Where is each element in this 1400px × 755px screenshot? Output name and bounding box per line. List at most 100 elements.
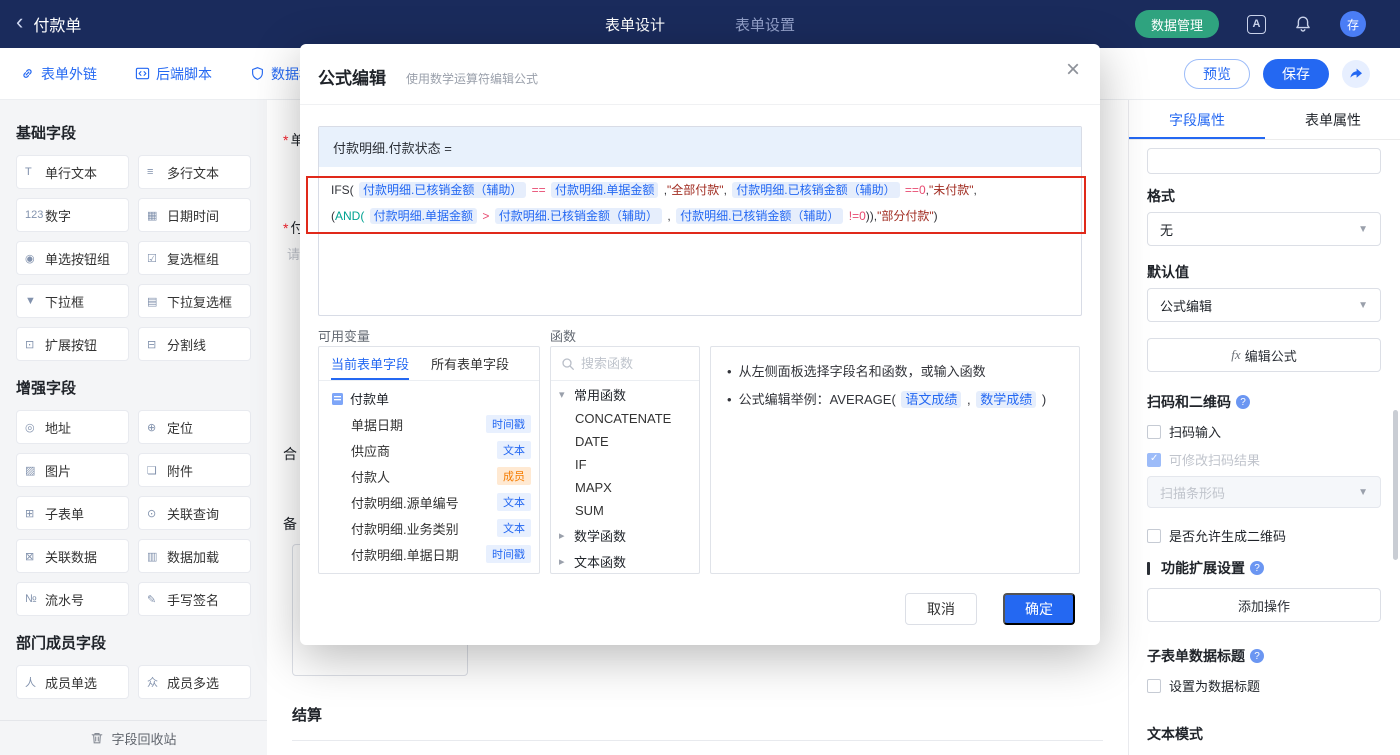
field-palette-item[interactable]: 123 数字: [16, 198, 129, 232]
variable-name: 付款明细.业务类别: [351, 521, 459, 537]
field-palette-item[interactable]: ⊟ 分割线: [138, 327, 251, 361]
scrollbar-thumb[interactable]: [1393, 410, 1398, 560]
scan-modifiable-checkbox[interactable]: 可修改扫码结果: [1147, 450, 1260, 469]
field-palette-item[interactable]: 人成员单选: [16, 665, 129, 699]
section-divider: [292, 740, 1103, 741]
sidebar-group-grid: 人成员单选众成员多选: [16, 665, 251, 699]
formula-editor-modal: 公式编辑 使用数学运算符编辑公式 × 付款明细.付款状态 = IFS( 付款明细…: [300, 44, 1100, 645]
field-palette-item[interactable]: № 流水号: [16, 582, 129, 616]
function-group[interactable]: ▸ 数学函数: [551, 522, 699, 548]
help-icon[interactable]: ?: [1236, 395, 1250, 409]
help-icon[interactable]: ?: [1250, 649, 1264, 663]
translate-icon[interactable]: A: [1247, 14, 1266, 34]
field-palette-item[interactable]: ▨ 图片: [16, 453, 129, 487]
function-item[interactable]: MAPX: [551, 476, 699, 499]
field-palette-item[interactable]: ✎ 手写签名: [138, 582, 251, 616]
field-palette-item[interactable]: ◎ 地址: [16, 410, 129, 444]
bullet-icon: •: [727, 364, 732, 379]
variable-row[interactable]: 付款明细.业务类别 文本: [319, 515, 539, 541]
edit-formula-button[interactable]: fx 编辑公式: [1147, 338, 1381, 372]
field-recycle-bin[interactable]: 字段回收站: [0, 721, 267, 755]
form-tree-root[interactable]: 付款单: [319, 381, 539, 411]
variable-row[interactable]: 付款明细.单据日期 时间戳: [319, 541, 539, 567]
field-type-icon: ▨: [25, 464, 36, 477]
help-icon[interactable]: ?: [1250, 561, 1264, 575]
function-group[interactable]: ▸ 文本函数: [551, 548, 699, 573]
variables-tab[interactable]: 当前表单字段: [331, 347, 409, 380]
function-item[interactable]: SUM: [551, 499, 699, 522]
formula-token: ==: [528, 183, 550, 197]
topnav-tab[interactable]: 表单设置: [735, 14, 795, 35]
format-select[interactable]: 无 ▼: [1147, 212, 1381, 246]
field-palette-item[interactable]: 众成员多选: [138, 665, 251, 699]
field-palette-item-label: 图片: [45, 463, 72, 479]
formula-expression[interactable]: IFS( 付款明细.已核销金额（辅助） == 付款明细.单据金额 ,"全部付款"…: [319, 167, 1081, 239]
function-item[interactable]: IF: [551, 453, 699, 476]
field-type-icon: ☑: [147, 252, 157, 265]
variable-row[interactable]: 供应商 文本: [319, 437, 539, 463]
data-manage-button[interactable]: 数据管理: [1134, 10, 1219, 38]
field-palette-item[interactable]: T 单行文本: [16, 155, 129, 189]
field-palette-item[interactable]: ⊠ 关联数据: [16, 539, 129, 573]
field-palette-item[interactable]: ⊞ 子表单: [16, 496, 129, 530]
confirm-button[interactable]: 确定: [1003, 593, 1075, 625]
field-palette-item[interactable]: ▤ 下拉复选框: [138, 284, 251, 318]
field-type-icon: T: [25, 166, 32, 178]
back-icon[interactable]: ‹: [16, 11, 23, 33]
close-icon[interactable]: ×: [1066, 58, 1080, 82]
preview-button[interactable]: 预览: [1184, 58, 1250, 89]
set-data-title-checkbox[interactable]: 设置为数据标题: [1147, 676, 1260, 695]
modal-subtitle: 使用数学运算符编辑公式: [406, 72, 539, 86]
field-type-icon: ◉: [25, 252, 35, 265]
share-button[interactable]: [1342, 59, 1370, 88]
fx-icon: fx: [1231, 347, 1241, 362]
functions-box: ▾ 常用函数 CONCATENATEDATEIFMAPXSUM ▸ 数学函数 ▸ 文本函数: [550, 346, 700, 574]
sidebar-group-grid: ◎ 地址 ⊕ 定位 ▨ 图片 ❏ 附件 ⊞ 子表单 ⊙ 关联查询 ⊠ 关联数据 ▥ 数据加载 № 流水号 ✎ 手写签名: [16, 410, 251, 616]
cancel-button[interactable]: 取消: [905, 593, 977, 625]
variable-row[interactable]: 付款明细.源单编号 文本: [319, 489, 539, 515]
variables-label: 可用变量: [318, 329, 371, 344]
field-type-icon: №: [25, 593, 37, 605]
bell-icon[interactable]: [1294, 15, 1312, 33]
field-type-icon: ⊕: [147, 421, 157, 434]
toolbar-link[interactable]: 表单外链: [20, 64, 97, 84]
field-palette-item[interactable]: ▥ 数据加载: [138, 539, 251, 573]
field-type-icon: ≡: [147, 166, 154, 178]
field-type-icon: 人: [25, 677, 36, 689]
save-button[interactable]: 保存: [1263, 58, 1329, 89]
field-palette-item[interactable]: ▦ 日期时间: [138, 198, 251, 232]
topbar-left: ‹ 付款单: [16, 11, 81, 36]
field-token: 付款明细.单据金额: [551, 182, 659, 198]
field-palette-item[interactable]: ≡ 多行文本: [138, 155, 251, 189]
function-group-label: 数学函数: [574, 528, 627, 544]
allow-qr-checkbox[interactable]: 是否允许生成二维码: [1147, 526, 1286, 545]
field-palette-item[interactable]: ▼ 下拉框: [16, 284, 129, 318]
scan-input-checkbox[interactable]: 扫码输入: [1147, 422, 1221, 441]
toolbar-link[interactable]: 后端脚本: [135, 64, 212, 84]
default-value-select[interactable]: 公式编辑 ▼: [1147, 288, 1381, 322]
document-icon: [332, 392, 343, 405]
function-search-input[interactable]: [581, 356, 681, 371]
field-palette-item[interactable]: ⊡ 扩展按钮: [16, 327, 129, 361]
add-action-button[interactable]: 添加操作: [1147, 588, 1381, 622]
function-item[interactable]: DATE: [551, 430, 699, 453]
function-group[interactable]: ▾ 常用函数: [551, 381, 699, 407]
field-palette-item[interactable]: ⊙ 关联查询: [138, 496, 251, 530]
properties-tab[interactable]: 表单属性: [1265, 100, 1400, 139]
field-palette-item[interactable]: ☑ 复选框组: [138, 241, 251, 275]
shield-icon: [252, 67, 263, 80]
properties-tab[interactable]: 字段属性: [1129, 100, 1265, 139]
function-item[interactable]: CONCATENATE: [551, 407, 699, 430]
field-palette-item-label: 定位: [167, 420, 194, 436]
variable-row[interactable]: 单据日期 时间戳: [319, 411, 539, 437]
field-type-icon: ▦: [147, 209, 158, 222]
topnav-tab[interactable]: 表单设计: [605, 14, 665, 35]
help-box: • 从左侧面板选择字段名和函数，或输入函数 • 公式编辑举例：AVERAGE( …: [710, 346, 1080, 574]
field-palette-item[interactable]: ⊕ 定位: [138, 410, 251, 444]
field-title-input-partial[interactable]: [1147, 148, 1381, 174]
field-palette-item[interactable]: ❏ 附件: [138, 453, 251, 487]
field-palette-item[interactable]: ◉ 单选按钮组: [16, 241, 129, 275]
variables-tab[interactable]: 所有表单字段: [431, 347, 509, 380]
variable-row[interactable]: 付款人 成员: [319, 463, 539, 489]
avatar[interactable]: 存: [1340, 11, 1366, 37]
